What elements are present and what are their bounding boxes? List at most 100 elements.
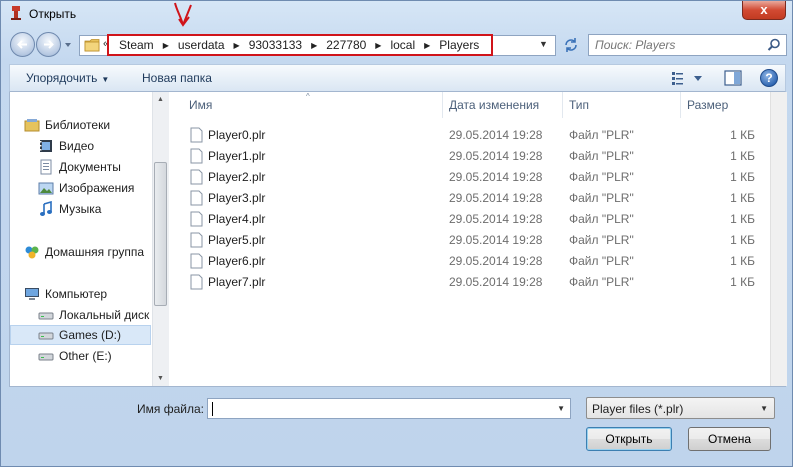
column-divider[interactable]	[562, 92, 563, 118]
organize-label: Упорядочить	[26, 71, 98, 85]
search-box[interactable]	[588, 34, 787, 56]
file-row[interactable]: Player2.plr 29.05.2014 19:28 Файл "PLR" …	[170, 166, 768, 187]
file-row[interactable]: Player7.plr 29.05.2014 19:28 Файл "PLR" …	[170, 271, 768, 292]
breadcrumb-item[interactable]: Players	[439, 38, 479, 52]
refresh-icon[interactable]	[562, 36, 580, 54]
filename-label: Имя файла:	[137, 402, 204, 416]
file-icon	[190, 274, 203, 290]
change-view-icon[interactable]	[670, 70, 706, 86]
file-size: 1 КБ	[730, 128, 755, 142]
nav-music[interactable]: Музыка	[38, 199, 101, 219]
file-row[interactable]: Player1.plr 29.05.2014 19:28 Файл "PLR" …	[170, 145, 768, 166]
column-header-type[interactable]: Тип	[569, 92, 680, 118]
column-divider[interactable]	[680, 92, 681, 118]
nav-other-drive[interactable]: Other (E:)	[38, 346, 112, 366]
chevron-right-icon[interactable]: ▶	[424, 41, 430, 50]
file-name: Player7.plr	[208, 275, 266, 289]
column-header-size[interactable]: Размер	[687, 92, 767, 118]
app-icon	[11, 6, 21, 20]
file-date: 29.05.2014 19:28	[449, 275, 543, 289]
file-type: Файл "PLR"	[569, 212, 634, 226]
search-icon[interactable]	[767, 38, 781, 52]
chevron-down-icon[interactable]: ▼	[557, 404, 565, 413]
breadcrumb-item[interactable]: local ▶	[390, 38, 439, 52]
cancel-button[interactable]: Отмена	[688, 427, 771, 451]
breadcrumb-item[interactable]: Steam ▶	[119, 38, 178, 52]
column-label: Размер	[687, 98, 729, 112]
open-file-dialog: Открыть x « Steam ▶ userdata ▶ 93033133 ▶ 2…	[0, 0, 793, 467]
hard-drive-icon	[38, 353, 54, 361]
filename-input[interactable]	[211, 401, 551, 416]
recent-pages-dropdown-icon[interactable]	[63, 40, 73, 50]
nav-label: Домашняя группа	[45, 245, 145, 259]
file-name: Player4.plr	[208, 212, 266, 226]
forward-button[interactable]	[36, 32, 61, 57]
search-input[interactable]	[595, 37, 765, 53]
column-label: Тип	[569, 98, 590, 112]
chevron-right-icon[interactable]: ▶	[311, 41, 317, 50]
chevron-right-icon[interactable]: ▶	[375, 41, 381, 50]
nav-label: Games (D:)	[59, 328, 122, 342]
file-row[interactable]: Player6.plr 29.05.2014 19:28 Файл "PLR" …	[170, 250, 768, 271]
column-header-date[interactable]: Дата изменения	[449, 92, 562, 118]
arrow-left-icon	[17, 40, 27, 49]
file-icon	[190, 211, 203, 227]
chevron-down-icon: ▼	[760, 404, 768, 413]
preview-pane-icon[interactable]	[724, 70, 742, 86]
file-name: Player0.plr	[208, 128, 266, 142]
file-icon	[190, 127, 203, 143]
scroll-up-icon[interactable]: ▲	[157, 96, 164, 103]
breadcrumb-item[interactable]: 227780 ▶	[326, 38, 390, 52]
file-type: Файл "PLR"	[569, 233, 634, 247]
open-button[interactable]: Открыть	[586, 427, 672, 451]
file-size: 1 КБ	[730, 233, 755, 247]
help-button[interactable]: ?	[760, 69, 778, 87]
column-header-name[interactable]: Имя	[189, 92, 442, 118]
file-row[interactable]: Player3.plr 29.05.2014 19:28 Файл "PLR" …	[170, 187, 768, 208]
breadcrumb-item[interactable]: userdata ▶	[178, 38, 249, 52]
breadcrumb-label: local	[390, 38, 416, 52]
arrow-right-icon	[44, 40, 54, 49]
address-dropdown-icon[interactable]: ▼	[539, 39, 548, 49]
navigation-scrollbar[interactable]: ▲ ▼	[152, 92, 169, 386]
nav-videos[interactable]: Видео	[38, 136, 94, 156]
close-button[interactable]: x	[742, 1, 786, 20]
homegroup-icon	[25, 246, 39, 259]
scroll-down-icon[interactable]: ▼	[157, 375, 164, 382]
nav-games-drive[interactable]: Games (D:)	[10, 325, 151, 345]
filename-combobox[interactable]: ▼	[207, 398, 571, 419]
chevron-right-icon[interactable]: ▶	[163, 41, 169, 50]
breadcrumb-label: 227780	[326, 38, 367, 52]
file-size: 1 КБ	[730, 191, 755, 205]
chevron-down-icon: ▼	[101, 75, 110, 84]
nav-libraries[interactable]: Библиотеки	[24, 115, 110, 135]
file-list-scrollbar[interactable]	[770, 92, 787, 386]
hard-drive-icon	[38, 332, 54, 340]
nav-label: Документы	[59, 160, 121, 174]
chevron-right-icon[interactable]: ▶	[234, 41, 240, 50]
column-label: Имя	[189, 98, 213, 112]
scrollbar-thumb[interactable]	[154, 162, 167, 306]
file-row[interactable]: Player4.plr 29.05.2014 19:28 Файл "PLR" …	[170, 208, 768, 229]
file-type-filter-select[interactable]: Player files (*.plr) ▼	[586, 397, 775, 419]
file-row[interactable]: Player5.plr 29.05.2014 19:28 Файл "PLR" …	[170, 229, 768, 250]
organize-button[interactable]: Упорядочить ▼	[26, 71, 109, 85]
file-type: Файл "PLR"	[569, 170, 634, 184]
annotation-arrow-icon	[174, 2, 192, 27]
hard-drive-icon	[38, 312, 54, 320]
column-divider[interactable]	[442, 92, 443, 118]
nav-homegroup[interactable]: Домашняя группа	[24, 242, 144, 262]
file-name: Player5.plr	[208, 233, 266, 247]
nav-documents[interactable]: Документы	[38, 157, 121, 177]
new-folder-button[interactable]: Новая папка	[142, 71, 212, 85]
back-button[interactable]	[10, 32, 35, 57]
nav-local-disk[interactable]: Локальный диск	[38, 305, 149, 325]
breadcrumb-item[interactable]: 93033133 ▶	[249, 38, 327, 52]
nav-computer[interactable]: Компьютер	[24, 284, 107, 304]
file-row[interactable]: Player0.plr 29.05.2014 19:28 Файл "PLR" …	[170, 124, 768, 145]
nav-pictures[interactable]: Изображения	[38, 178, 134, 198]
breadcrumb-label: Players	[439, 38, 480, 52]
file-icon	[190, 232, 203, 248]
file-icon	[190, 169, 203, 185]
file-date: 29.05.2014 19:28	[449, 170, 543, 184]
